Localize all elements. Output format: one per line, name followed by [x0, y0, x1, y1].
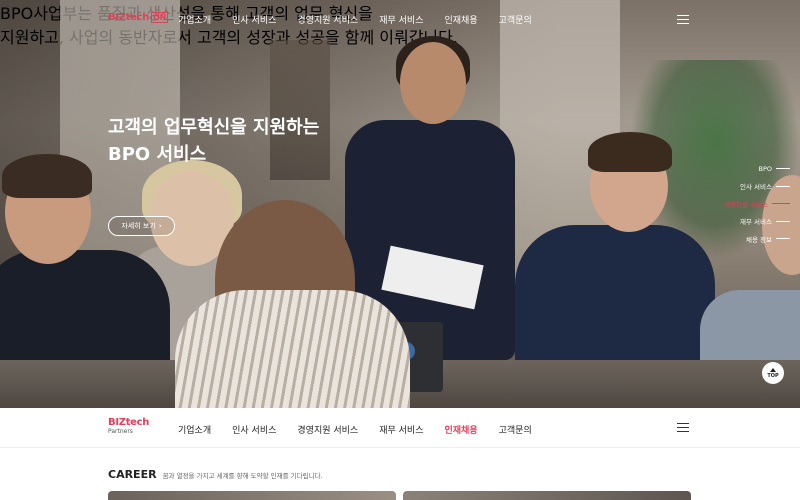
- scroll-top-button[interactable]: TOP: [762, 362, 784, 384]
- logo[interactable]: BIZtech ON: [108, 12, 169, 23]
- photo-person: [2, 154, 92, 198]
- hero-title: 고객의 업무혁신을 지원하는 BPO 서비스: [108, 114, 408, 168]
- hamburger-icon[interactable]: [677, 15, 689, 24]
- menu-item-recruit[interactable]: 인재채용: [444, 423, 477, 436]
- menu-item-contact[interactable]: 고객문의: [499, 423, 532, 436]
- career-title: CAREER: [108, 468, 157, 481]
- logo-suffix: ON: [151, 12, 169, 23]
- career-heading: CAREER 꿈과 열정을 가지고 세계를 향해 도약할 인재를 기다립니다.: [108, 468, 323, 481]
- menu-item-contact[interactable]: 고객문의: [499, 13, 532, 26]
- menu-item-hr-service[interactable]: 인사 서비스: [232, 13, 276, 26]
- main-menu: 기업소개 인사 서비스 경영지원 서비스 재무 서비스 인재채용 고객문의: [178, 423, 553, 436]
- hero-title-line1: 고객의 업무혁신을 지원하는: [108, 117, 320, 138]
- menu-item-recruit[interactable]: 인재채용: [444, 13, 477, 26]
- scroll-top-label: TOP: [767, 372, 779, 379]
- menu-item-management-service[interactable]: 경영지원 서비스: [297, 423, 358, 436]
- indicator-item-bpo[interactable]: BPO: [712, 160, 790, 178]
- menu-item-finance-service[interactable]: 재무 서비스: [379, 423, 423, 436]
- logo-text: BIZtech: [108, 12, 150, 23]
- photo-person: [588, 132, 672, 172]
- indicator-item-hr[interactable]: 인사 서비스: [712, 178, 790, 196]
- menu-item-company[interactable]: 기업소개: [178, 423, 211, 436]
- more-button[interactable]: 자세히 보기 ›: [108, 216, 175, 236]
- logo[interactable]: BIZtech Partners: [108, 418, 149, 436]
- chevron-right-icon: ›: [158, 222, 162, 230]
- slide-indicator: BPO 인사 서비스 경영지원 서비스 재무 서비스 채용 정보: [712, 160, 790, 248]
- indicator-item-finance[interactable]: 재무 서비스: [712, 213, 790, 231]
- menu-item-management-service[interactable]: 경영지원 서비스: [297, 13, 358, 26]
- logo-subtext: Partners: [108, 428, 133, 435]
- menu-item-finance-service[interactable]: 재무 서비스: [379, 13, 423, 26]
- hamburger-icon[interactable]: [677, 423, 689, 432]
- menu-item-hr-service[interactable]: 인사 서비스: [232, 423, 276, 436]
- career-subtitle: 꿈과 열정을 가지고 세계를 향해 도약할 인재를 기다립니다.: [162, 472, 323, 480]
- indicator-item-management[interactable]: 경영지원 서비스: [712, 195, 790, 213]
- photo-person: [400, 42, 466, 124]
- career-card[interactable]: [403, 491, 691, 500]
- logo-text: BIZtech: [108, 417, 150, 428]
- indicator-item-recruit[interactable]: 채용 정보: [712, 230, 790, 248]
- more-button-label: 자세히 보기: [121, 222, 156, 230]
- top-navigation: BIZtech ON 기업소개 인사 서비스 경영지원 서비스 재무 서비스 인재…: [0, 0, 800, 38]
- arrow-up-icon: [770, 367, 776, 372]
- main-menu: 기업소개 인사 서비스 경영지원 서비스 재무 서비스 인재채용 고객문의: [178, 13, 553, 26]
- photo-person: [175, 290, 410, 408]
- hero-banner: BIZtech ON 기업소개 인사 서비스 경영지원 서비스 재무 서비스 인재…: [0, 0, 800, 408]
- hero-title-line2: BPO 서비스: [108, 144, 207, 165]
- sub-navigation: BIZtech Partners 기업소개 인사 서비스 경영지원 서비스 재무…: [0, 408, 800, 448]
- menu-item-company[interactable]: 기업소개: [178, 13, 211, 26]
- career-card[interactable]: [108, 491, 396, 500]
